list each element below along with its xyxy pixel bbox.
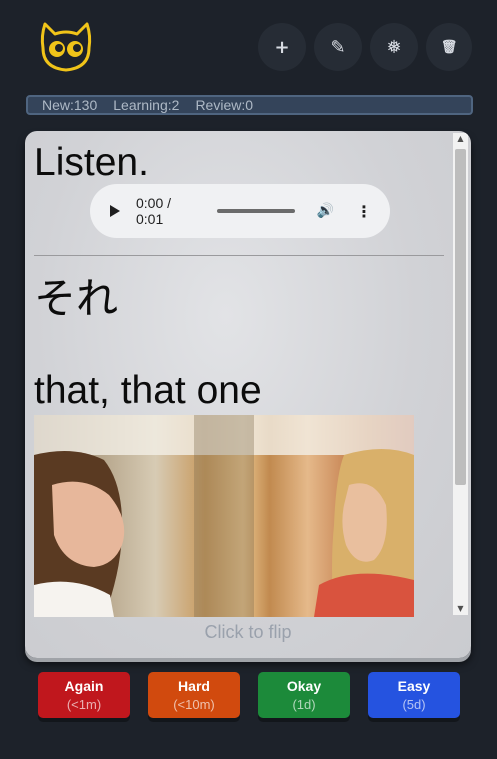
card-meaning: that, that one (34, 369, 262, 412)
add-card-button[interactable]: + (258, 23, 306, 71)
card-photo (34, 415, 414, 617)
easy-interval: (5d) (402, 697, 426, 712)
settings-button[interactable]: ❅ (370, 23, 418, 71)
snowflake-icon: ❅ (386, 36, 402, 58)
card-divider (34, 255, 444, 256)
hard-label: Hard (178, 678, 210, 694)
card-kana: それ (34, 274, 119, 323)
card-content: Listen. 0:00 / 0:01 🔊 ⋮ それ that, that on… (25, 131, 471, 617)
scroll-down-icon[interactable]: ▼ (453, 603, 468, 615)
trash-icon: 🗑 (440, 39, 458, 55)
again-label: Again (64, 678, 104, 694)
flashcard[interactable]: Listen. 0:00 / 0:01 🔊 ⋮ それ that, that on… (25, 131, 471, 658)
pencil-icon: ✎ (330, 36, 346, 58)
audio-progress-track[interactable] (217, 209, 295, 213)
okay-button[interactable]: Okay (1d) (258, 672, 350, 718)
edit-card-button[interactable]: ✎ (314, 23, 362, 71)
new-count: New:130 (42, 97, 98, 113)
delete-card-button[interactable]: 🗑 (426, 23, 472, 71)
flip-hint: Click to flip (204, 622, 292, 642)
volume-icon[interactable]: 🔊 (317, 203, 334, 219)
review-count: Review:0 (195, 97, 254, 113)
play-icon[interactable] (110, 205, 120, 217)
deck-stats-bar: New:130 Learning:2 Review:0 (26, 95, 473, 115)
okay-label: Okay (286, 678, 322, 694)
card-scrollbar[interactable]: ▲ ▼ (453, 133, 468, 615)
plus-icon: + (274, 36, 290, 58)
card-prompt: Listen. (34, 141, 149, 184)
learning-count: Learning:2 (113, 97, 180, 113)
audio-player[interactable]: 0:00 / 0:01 🔊 ⋮ (90, 184, 390, 238)
easy-label: Easy (397, 678, 431, 694)
okay-interval: (1d) (292, 697, 316, 712)
again-button[interactable]: Again (<1m) (38, 672, 130, 718)
more-options-icon[interactable]: ⋮ (356, 202, 372, 221)
scroll-thumb[interactable] (455, 149, 466, 485)
easy-button[interactable]: Easy (5d) (368, 672, 460, 718)
audio-time: 0:00 / 0:01 (136, 195, 172, 227)
hard-interval: (<10m) (173, 697, 215, 712)
owl-logo-icon (40, 22, 92, 72)
hard-button[interactable]: Hard (<10m) (148, 672, 240, 718)
scroll-up-icon[interactable]: ▲ (453, 133, 468, 145)
again-interval: (<1m) (66, 697, 102, 712)
